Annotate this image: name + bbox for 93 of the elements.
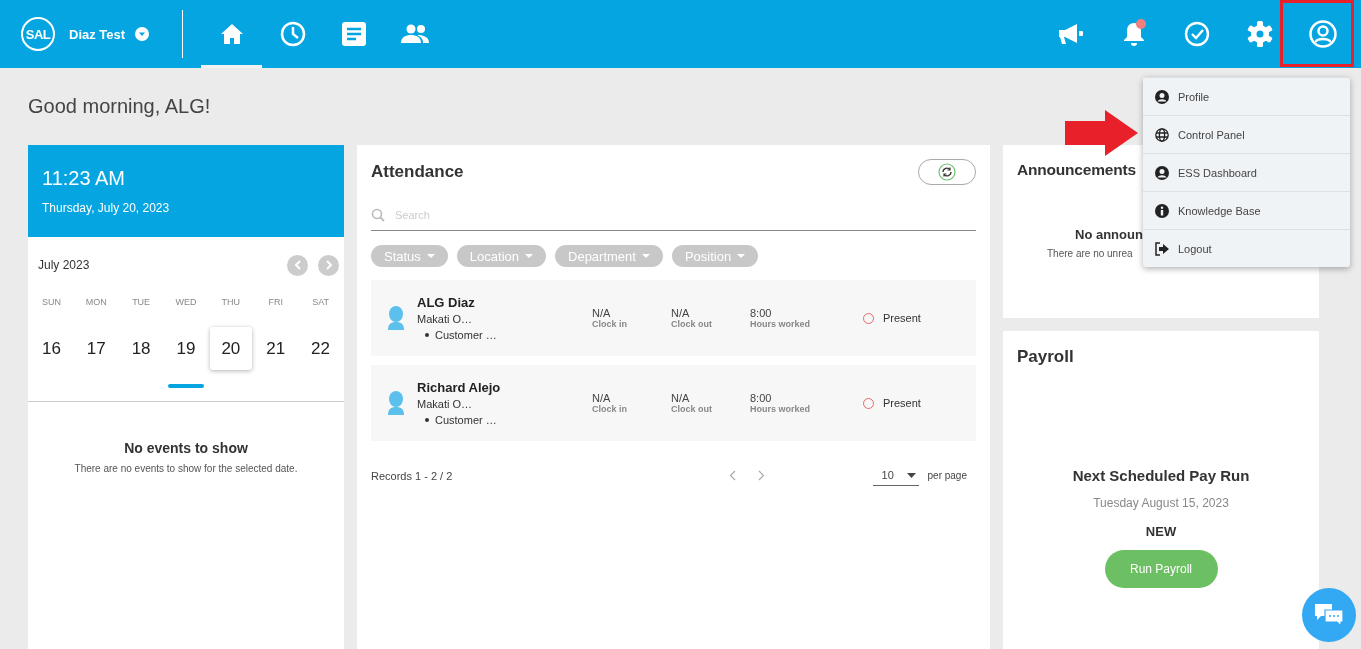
- arrow-icon: [1065, 110, 1139, 156]
- time-label: Hours worked: [750, 319, 810, 329]
- chevron-left-icon[interactable]: [728, 470, 736, 481]
- month-label: July 2023: [38, 258, 90, 272]
- records-count: Records 1 - 2 / 2: [371, 469, 453, 482]
- logout-icon: [1155, 241, 1169, 256]
- panel-title: Attendance: [371, 162, 464, 182]
- calendar-day[interactable]: 20: [209, 327, 252, 370]
- weekday-label: THU: [220, 297, 242, 309]
- panel-title: Announcements: [1017, 161, 1136, 179]
- caret-icon: [906, 472, 916, 478]
- time-value: N/A: [671, 307, 690, 319]
- calendar-day[interactable]: 16: [30, 327, 73, 370]
- weekday-label: SUN: [40, 297, 62, 309]
- weekday-label: SAT: [311, 297, 330, 309]
- employee-name: ALG Diaz: [417, 295, 475, 310]
- employee-location: Makati O…: [417, 398, 472, 410]
- menu-item[interactable]: Profile: [1143, 77, 1350, 115]
- caret-icon: [426, 253, 435, 259]
- time-value: N/A: [592, 392, 611, 404]
- empty-message: There are no unrea: [1047, 248, 1133, 259]
- panel-title: Payroll: [1017, 347, 1074, 367]
- bullet-icon: [425, 418, 429, 422]
- caret-icon: [641, 253, 650, 259]
- current-date: Thursday, July 20, 2023: [42, 201, 170, 215]
- next-button[interactable]: [318, 254, 339, 276]
- chevron-right-icon[interactable]: [757, 470, 765, 481]
- chat-button[interactable]: [1302, 588, 1356, 642]
- time-label: Clock out: [671, 319, 712, 329]
- calendar-day[interactable]: 19: [165, 327, 207, 370]
- time-label: Clock in: [592, 404, 627, 414]
- current-time: 11:23 AM: [42, 167, 126, 190]
- pay-run-date: Tuesday August 15, 2023: [1093, 496, 1229, 510]
- weekday-label: FRI: [267, 297, 284, 309]
- calendar-day[interactable]: 21: [254, 327, 297, 370]
- time-value: N/A: [592, 307, 611, 319]
- employee-department: Customer …: [435, 329, 497, 341]
- globe-icon: [1155, 127, 1169, 142]
- refresh-icon: [938, 163, 956, 181]
- page-size-select[interactable]: 10: [872, 465, 919, 486]
- greeting: Good morning, ALG!: [28, 95, 211, 117]
- bullet-icon: [425, 333, 429, 337]
- document-icon: [341, 22, 366, 46]
- empty-title: No events to show: [124, 440, 248, 456]
- caret-icon: [525, 253, 533, 259]
- people-icon: [400, 24, 429, 44]
- chat-icon: [1314, 602, 1344, 628]
- empty-message: There are no events to show for the selected date.: [74, 463, 298, 474]
- time-value: 8:00: [750, 392, 772, 404]
- person-avatar-icon: [387, 391, 405, 415]
- pay-run-status: NEW: [1145, 524, 1177, 539]
- empty-title: No announ: [1075, 227, 1143, 242]
- employee-location: Makati O…: [417, 313, 472, 325]
- time-value: N/A: [671, 392, 690, 404]
- menu-item[interactable]: Control Panel: [1143, 115, 1350, 153]
- calendar-day[interactable]: 18: [120, 327, 163, 370]
- megaphone-icon: [1057, 23, 1084, 45]
- menu-item[interactable]: ESS Dashboard: [1143, 153, 1350, 191]
- chevron-right-icon: [324, 260, 333, 270]
- chevron-left-icon: [293, 260, 302, 270]
- refresh-button[interactable]: [918, 159, 976, 185]
- check-circle-icon: [1183, 21, 1210, 47]
- search-icon: [371, 208, 385, 222]
- info-icon: [1155, 203, 1169, 218]
- caret-icon: [737, 253, 746, 259]
- user-icon: [1155, 89, 1169, 104]
- menu-item[interactable]: Knowledge Base: [1143, 191, 1350, 229]
- employee-name: Richard Alejo: [417, 380, 501, 395]
- per-page-label: per page: [927, 470, 967, 481]
- previous-button[interactable]: [287, 254, 308, 276]
- user-icon: [1155, 165, 1169, 180]
- caret-icon: [135, 27, 150, 41]
- attendance-status: Present: [883, 397, 921, 409]
- weekday-label: MON: [84, 297, 108, 309]
- bell-icon: [1121, 21, 1146, 47]
- home-icon: [219, 23, 244, 45]
- employee-department: Customer …: [435, 414, 497, 426]
- attendance-status: Present: [883, 312, 921, 324]
- time-value: 8:00: [750, 307, 772, 319]
- weekday-label: TUE: [131, 297, 152, 309]
- pay-run-title: Next Scheduled Pay Run: [1072, 467, 1250, 484]
- user-icon: [1308, 20, 1337, 48]
- calendar-day[interactable]: 17: [75, 327, 118, 370]
- time-label: Clock out: [671, 404, 712, 414]
- clock-icon: [279, 21, 306, 47]
- time-label: Clock in: [592, 319, 627, 329]
- company-logo: SAL: [21, 17, 55, 51]
- settings-icon: [1246, 21, 1273, 47]
- calendar-day[interactable]: 22: [299, 327, 342, 370]
- time-label: Hours worked: [750, 404, 810, 414]
- weekday-label: WED: [174, 297, 198, 309]
- person-avatar-icon: [387, 306, 405, 330]
- menu-item[interactable]: Logout: [1143, 229, 1350, 267]
